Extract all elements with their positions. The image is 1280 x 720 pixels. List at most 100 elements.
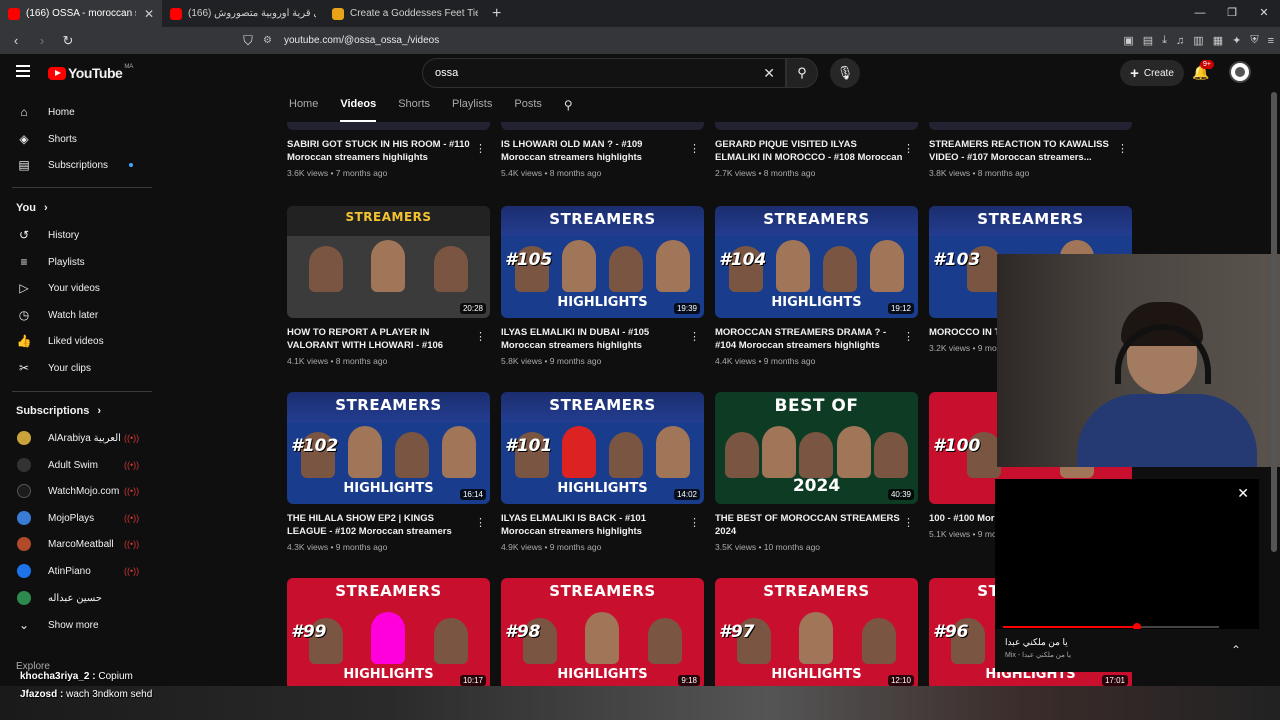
sidebar-you-heading[interactable]: You › <box>16 202 48 214</box>
video-thumbnail[interactable]: STREAMERS #98 HIGHLIGHTS 9:18 <box>501 578 704 690</box>
video-thumbnail[interactable] <box>501 122 704 130</box>
sidebar-item-playlists[interactable]: ≡ Playlists <box>0 249 155 275</box>
more-options-icon[interactable]: ⋮ <box>903 516 914 529</box>
menu-icon[interactable]: ≡ <box>1268 35 1274 47</box>
search-button[interactable]: ⚲ <box>786 58 818 88</box>
sidebar-sub-watchmojo[interactable]: WatchMojo.com ((•)) <box>0 478 155 504</box>
extension-icon[interactable]: ▣ <box>1123 34 1133 47</box>
sidebar-sub-atinpiano[interactable]: AtinPiano ((•)) <box>0 558 155 584</box>
create-button[interactable]: + Create <box>1120 60 1184 86</box>
video-thumbnail[interactable]: STREAMERS #104 HIGHLIGHTS 19:12 <box>715 206 918 318</box>
video-card[interactable]: STREAMERS #101 HIGHLIGHTS 14:02 ILYAS EL… <box>501 392 704 552</box>
address-field[interactable]: ⚙ youtube.com/@ossa_ossa_/videos <box>255 30 975 51</box>
tab-playlists[interactable]: Playlists <box>452 98 492 122</box>
video-title[interactable]: MOROCCAN STREAMERS DRAMA ? - #104 Morocc… <box>715 326 903 352</box>
video-thumbnail[interactable]: STREAMERS #105 HIGHLIGHTS 19:39 <box>501 206 704 318</box>
download-icon[interactable]: ⤓ <box>1162 34 1167 47</box>
video-title[interactable]: HOW TO REPORT A PLAYER IN VALORANT WITH … <box>287 326 475 352</box>
close-tab-icon[interactable]: ✕ <box>144 7 154 21</box>
hamburger-menu-icon[interactable] <box>16 65 30 77</box>
video-title[interactable]: THE BEST OF MOROCCAN STREAMERS 2024 <box>715 512 903 538</box>
video-thumbnail[interactable]: BEST OF 2024 40:39 <box>715 392 918 504</box>
video-thumbnail[interactable] <box>715 122 918 130</box>
maximize-icon[interactable]: ❐ <box>1216 0 1248 27</box>
new-tab-icon[interactable]: + <box>492 5 501 23</box>
sidebar-subscriptions-heading[interactable]: Subscriptions › <box>16 405 101 417</box>
video-title[interactable]: STREAMERS REACTION TO KAWALISS VIDEO - #… <box>929 138 1117 164</box>
miniplayer-progress[interactable] <box>1003 623 1219 631</box>
sidebar-show-more[interactable]: ⌄ Show more <box>0 612 155 638</box>
extension-icon[interactable]: ▤ <box>1143 34 1153 47</box>
sidebar-item-shorts[interactable]: ◈ Shorts <box>0 126 155 152</box>
sidebar-sub-mojoplays[interactable]: MojoPlays ((•)) <box>0 505 155 531</box>
browser-tab-2[interactable]: (166) كأنك في قرية أوروبية متصوروش <box>162 0 324 27</box>
search-input[interactable]: ossa ✕ <box>422 58 786 88</box>
voice-search-button[interactable]: 🎙 <box>830 58 860 88</box>
minimize-icon[interactable]: — <box>1184 0 1216 27</box>
more-options-icon[interactable]: ⋮ <box>689 330 700 343</box>
video-thumbnail[interactable] <box>287 122 490 130</box>
video-title[interactable]: THE HILALA SHOW EP2 | KINGS LEAGUE - #10… <box>287 512 475 538</box>
sidebar-item-history[interactable]: ↺ History <box>0 222 155 248</box>
video-thumbnail[interactable]: STREAMERS #97 HIGHLIGHTS 12:10 <box>715 578 918 690</box>
sidebar-item-watch-later[interactable]: ◷ Watch later <box>0 302 155 328</box>
more-options-icon[interactable]: ⋮ <box>475 330 486 343</box>
video-card[interactable]: STREAMERS 20:28 HOW TO REPORT A PLAYER I… <box>287 206 490 366</box>
sidebar-item-your-clips[interactable]: ✂ Your clips <box>0 355 155 381</box>
video-thumbnail[interactable] <box>929 122 1132 130</box>
video-thumbnail[interactable]: STREAMERS #99 HIGHLIGHTS 10:17 <box>287 578 490 690</box>
video-card[interactable]: STREAMERS #105 HIGHLIGHTS 19:39 ILYAS EL… <box>501 206 704 366</box>
sidebar-item-liked-videos[interactable]: 👍 Liked videos <box>0 328 155 354</box>
video-thumbnail[interactable]: STREAMERS #101 HIGHLIGHTS 14:02 <box>501 392 704 504</box>
video-card[interactable]: SABIRI GOT STUCK IN HIS ROOM - #110 Moro… <box>287 122 490 178</box>
forward-icon[interactable]: › <box>32 33 52 48</box>
tab-posts[interactable]: Posts <box>514 98 542 122</box>
back-icon[interactable]: ‹ <box>6 33 26 48</box>
video-title[interactable]: ILYAS ELMALIKI IS BACK - #101 Moroccan s… <box>501 512 689 538</box>
youtube-logo[interactable]: YouTube MA <box>48 64 133 81</box>
reload-icon[interactable]: ↻ <box>58 33 78 49</box>
miniplayer[interactable]: ✕ يا من ملكني عبدا Mix - يا من ملكني عبد… <box>995 479 1259 672</box>
close-miniplayer-icon[interactable]: ✕ <box>1237 485 1249 502</box>
more-options-icon[interactable]: ⋮ <box>903 142 914 155</box>
video-card[interactable]: STREAMERS REACTION TO KAWALISS VIDEO - #… <box>929 122 1132 178</box>
sidebar-sub-hussein[interactable]: حسين عبداله <box>0 585 155 611</box>
expand-icon[interactable]: ⌃ <box>1231 643 1241 657</box>
channel-search-icon[interactable]: ⚲ <box>564 98 573 122</box>
sidebar-sub-marcomeatball[interactable]: MarcoMeatball ((•)) <box>0 531 155 557</box>
more-options-icon[interactable]: ⋮ <box>903 330 914 343</box>
video-title[interactable]: ILYAS ELMALIKI IN DUBAI - #105 Moroccan … <box>501 326 689 352</box>
ai-icon[interactable]: ✦ <box>1232 34 1241 47</box>
avatar[interactable] <box>1229 61 1251 83</box>
browser-tab-1[interactable]: (166) OSSA - moroccan streame ✕ <box>0 0 162 27</box>
video-card[interactable]: STREAMERS #102 HIGHLIGHTS 16:14 THE HILA… <box>287 392 490 552</box>
shield-icon[interactable]: ⛨ <box>1250 34 1258 47</box>
tab-shorts[interactable]: Shorts <box>398 98 430 122</box>
video-card[interactable]: BEST OF 2024 40:39 THE BEST OF MOROCCAN … <box>715 392 918 552</box>
wallet-icon[interactable]: ▦ <box>1213 34 1223 47</box>
close-window-icon[interactable]: ✕ <box>1248 0 1280 27</box>
sidebar-sub-adult-swim[interactable]: Adult Swim ((•)) <box>0 452 155 478</box>
sidebar-sub-alarabiya[interactable]: AlArabiya العربية ((•)) <box>0 425 155 451</box>
video-thumbnail[interactable]: STREAMERS #102 HIGHLIGHTS 16:14 <box>287 392 490 504</box>
sidebar-icon[interactable]: ▥ <box>1193 34 1203 47</box>
clear-search-icon[interactable]: ✕ <box>763 65 775 82</box>
sidebar-item-your-videos[interactable]: ▷ Your videos <box>0 275 155 301</box>
notifications-button[interactable]: 🔔 9+ <box>1192 60 1214 81</box>
more-options-icon[interactable]: ⋮ <box>689 516 700 529</box>
video-card[interactable]: IS LHOWARI OLD MAN ? - #109 Moroccan str… <box>501 122 704 178</box>
video-card[interactable]: STREAMERS #104 HIGHLIGHTS 19:12 MOROCCAN… <box>715 206 918 366</box>
miniplayer-title[interactable]: يا من ملكني عبدا <box>1005 637 1068 648</box>
more-options-icon[interactable]: ⋮ <box>1117 142 1128 155</box>
sidebar-item-home[interactable]: ⌂ Home <box>0 99 155 125</box>
video-card[interactable]: STREAMERS #97 HIGHLIGHTS 12:10 <box>715 578 918 690</box>
more-options-icon[interactable]: ⋮ <box>475 516 486 529</box>
tab-videos[interactable]: Videos <box>340 98 377 122</box>
sidebar-item-subscriptions[interactable]: ▤ Subscriptions <box>0 152 155 178</box>
scrollbar[interactable] <box>1271 92 1277 552</box>
video-card[interactable]: STREAMERS #98 HIGHLIGHTS 9:18 <box>501 578 704 690</box>
more-options-icon[interactable]: ⋮ <box>689 142 700 155</box>
video-card[interactable]: GERARD PIQUE VISITED ILYAS ELMALIKI IN M… <box>715 122 918 178</box>
tab-home[interactable]: Home <box>289 98 318 122</box>
site-info-icon[interactable]: ⚙ <box>263 35 272 46</box>
